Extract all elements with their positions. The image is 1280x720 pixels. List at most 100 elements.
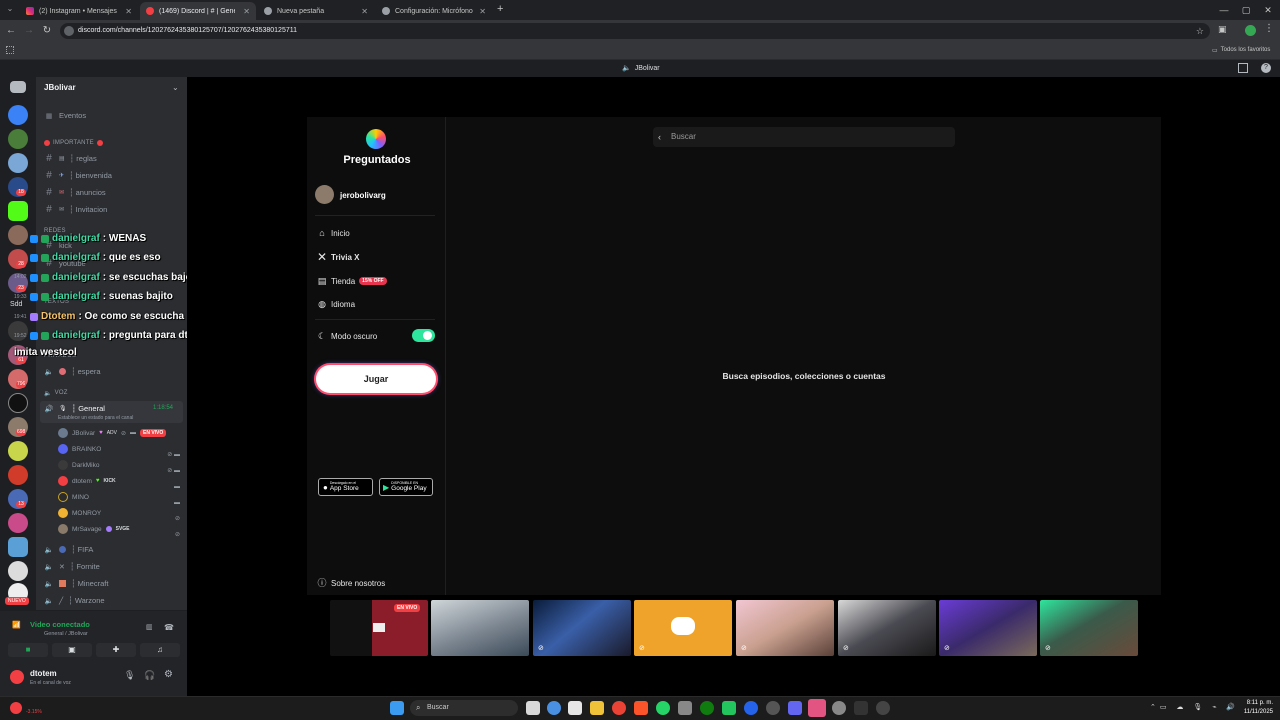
tray-icons[interactable]: ⌃▭ ☁ 🎙 ⌁ 🔊: [1150, 703, 1239, 711]
server-icon[interactable]: [8, 153, 28, 173]
voice-user[interactable]: JBolivar ♥ ADV ⊘ ▬ EN VIVO: [58, 426, 167, 440]
explorer-icon[interactable]: [568, 701, 582, 715]
menu-tienda[interactable]: ▤ Tienda 15% OFF: [317, 276, 387, 286]
voice-user[interactable]: DarkMiko: [58, 458, 99, 472]
channel-invitacion[interactable]: # ✉ ┆ Invitacion: [44, 203, 107, 216]
voice-status[interactable]: Establece un estado para el canal: [58, 415, 133, 421]
user-avatar[interactable]: [315, 185, 334, 204]
copilot-icon[interactable]: [547, 701, 561, 715]
server-icon[interactable]: [8, 393, 28, 413]
reload-icon[interactable]: ↻: [40, 24, 54, 38]
tab-discord[interactable]: (1469) Discord | # | General ✕: [140, 2, 256, 20]
apps-icon[interactable]: [6, 46, 14, 54]
app-icon[interactable]: [832, 701, 846, 715]
activities-button[interactable]: ✚: [96, 643, 136, 657]
voice-user[interactable]: BRAINKO: [58, 442, 101, 456]
video-tile[interactable]: EN VIVO: [330, 600, 428, 656]
preguntados-logo-text[interactable]: Preguntados: [337, 154, 417, 166]
channel-reglas[interactable]: # ▤ ┆ reglas: [44, 152, 96, 165]
task-view-icon[interactable]: [526, 701, 540, 715]
channel-anuncios[interactable]: # ✉ ┆ anuncios: [44, 186, 105, 199]
voice-user[interactable]: dtotem ♥ KICK: [58, 474, 116, 488]
close-icon[interactable]: ✕: [361, 7, 368, 16]
dark-mode-toggle[interactable]: [412, 329, 435, 342]
forward-icon[interactable]: →: [22, 24, 36, 38]
taskbar-search[interactable]: ⌕ Buscar: [410, 700, 518, 716]
video-tile[interactable]: ⊘: [838, 600, 936, 656]
voice-user[interactable]: MINO: [58, 490, 89, 504]
site-info-icon[interactable]: [64, 26, 74, 36]
noise-suppression-icon[interactable]: ▥: [146, 623, 153, 631]
app-icon[interactable]: [854, 701, 868, 715]
username[interactable]: jerobolivarg: [340, 191, 386, 200]
about-link[interactable]: ⓘ Sobre nosotros: [317, 578, 385, 588]
server-icon[interactable]: [8, 105, 28, 125]
voice-channel-minecraft[interactable]: 🔈 ┆ Minecraft: [44, 577, 109, 590]
screenshare-button[interactable]: ▣: [52, 643, 92, 657]
voice-channel-fifa[interactable]: 🔈 ┆ FIFA: [44, 543, 94, 556]
soundboard-button[interactable]: ♫: [140, 643, 180, 657]
whatsapp-icon[interactable]: [656, 701, 670, 715]
app-icon[interactable]: [788, 701, 802, 715]
inbox-icon[interactable]: [1238, 63, 1248, 73]
video-tile[interactable]: ⊘: [736, 600, 834, 656]
clock-time[interactable]: 8:11 p. m.: [1235, 700, 1273, 706]
chevron-down-icon[interactable]: ⌄: [172, 83, 179, 92]
headphones-icon[interactable]: 🎧: [144, 670, 155, 681]
video-tile[interactable]: ⊘: [533, 600, 631, 656]
address-bar[interactable]: discord.com/channels/1202762435380125707…: [60, 23, 1210, 39]
server-icon[interactable]: [8, 465, 28, 485]
obs-icon[interactable]: [766, 701, 780, 715]
app-icon[interactable]: [876, 701, 890, 715]
category-voz[interactable]: 🔈 VOZ: [44, 390, 68, 397]
app-icon[interactable]: [722, 701, 736, 715]
help-icon[interactable]: ?: [1261, 63, 1271, 73]
voice-user[interactable]: MONROY: [58, 506, 101, 520]
server-icon[interactable]: [8, 561, 28, 581]
chevron-left-icon[interactable]: ‹: [658, 127, 661, 147]
extensions-icon[interactable]: ▣: [1218, 24, 1227, 35]
app-icon[interactable]: [678, 701, 692, 715]
google-play-badge[interactable]: ▶ DISPONIBLE EN Google Play: [379, 478, 433, 496]
video-tile[interactable]: ⊘: [1040, 600, 1138, 656]
server-icon[interactable]: [8, 537, 28, 557]
voice-connected-label[interactable]: Video conectado: [30, 620, 90, 629]
weather-widget[interactable]: [10, 702, 22, 714]
channel-espera[interactable]: 🔈 ┆ espera: [44, 365, 101, 378]
menu-trivia-x[interactable]: ✕ Trivia X: [317, 251, 359, 263]
menu-icon[interactable]: ⋮: [1264, 23, 1274, 34]
close-icon[interactable]: ✕: [125, 7, 132, 16]
mic-icon[interactable]: 🎙: [124, 670, 135, 681]
brave-icon[interactable]: [634, 701, 648, 715]
kick-server-icon[interactable]: [8, 201, 28, 221]
back-icon[interactable]: ←: [4, 24, 18, 38]
folder-icon[interactable]: [590, 701, 604, 715]
video-tile[interactable]: [431, 600, 529, 656]
video-tile-discord[interactable]: ⊘: [634, 600, 732, 656]
minimize-button[interactable]: —: [1214, 3, 1234, 17]
server-icon[interactable]: [8, 441, 28, 461]
menu-idioma[interactable]: ◍ Idioma: [317, 299, 355, 309]
windows-start-icon[interactable]: [390, 701, 404, 715]
maximize-button[interactable]: ▢: [1236, 3, 1256, 17]
voice-general-row[interactable]: 🔊 🎙 ┆ General: [44, 402, 105, 415]
play-button[interactable]: Jugar: [316, 365, 436, 393]
clock-date[interactable]: 11/11/2025: [1235, 709, 1273, 715]
xbox-icon[interactable]: [700, 701, 714, 715]
voice-connected-sub[interactable]: General / JBolivar: [44, 631, 88, 637]
star-icon[interactable]: ☆: [1196, 23, 1204, 39]
discord-home-icon[interactable]: [10, 81, 26, 93]
tab-instagram[interactable]: (2) Instagram • Mensajes ✕: [20, 2, 138, 20]
new-tab-button[interactable]: +: [497, 3, 503, 15]
settings-icon[interactable]: ⚙: [164, 669, 173, 680]
app-icon[interactable]: [744, 701, 758, 715]
tab-new[interactable]: Nueva pestaña ✕: [258, 2, 374, 20]
close-icon[interactable]: ✕: [479, 7, 486, 16]
menu-inicio[interactable]: ⌂ Inicio: [317, 228, 349, 238]
voice-channel-fornite[interactable]: 🔈 ✕ ┆ Fornite: [44, 560, 100, 573]
app-store-badge[interactable]: ● Descárgalo en el App Store: [318, 478, 373, 496]
profile-avatar[interactable]: [1245, 25, 1256, 36]
app-icon-active[interactable]: [808, 699, 826, 717]
close-icon[interactable]: ✕: [243, 7, 250, 16]
voice-channel-warzone[interactable]: 🔈 ╱ ┆ Warzone: [44, 594, 105, 607]
